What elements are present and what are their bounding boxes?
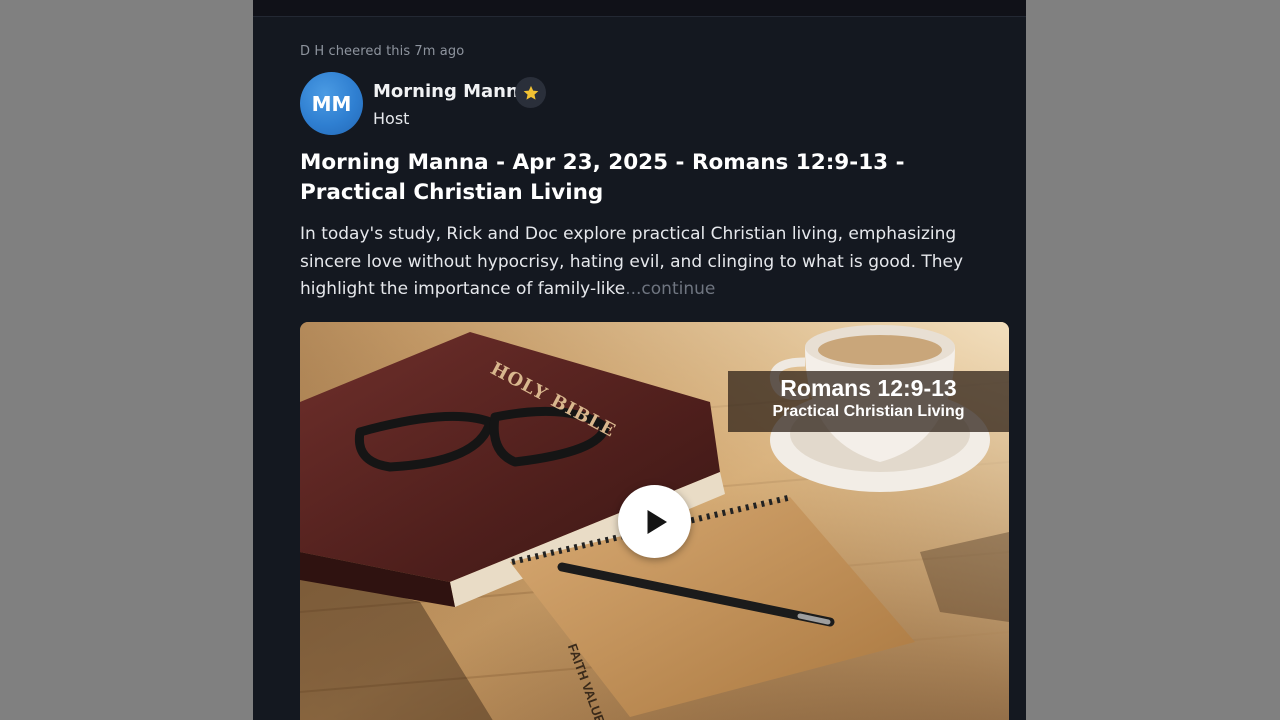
post-excerpt: In today's study, Rick and Doc explore p…	[300, 221, 1016, 304]
avatar[interactable]: MM	[300, 72, 363, 135]
video-title-banner: Romans 12:9-13 Practical Christian Livin…	[728, 371, 1009, 432]
avatar-initials: MM	[311, 91, 352, 116]
host-badge	[515, 77, 546, 108]
play-icon	[647, 509, 667, 534]
post-title[interactable]: Morning Manna - Apr 23, 2025 - Romans 12…	[300, 148, 1010, 208]
feed-panel: D H cheered this 7m ago MM Morning Manna…	[253, 0, 1026, 720]
top-bar	[253, 0, 1026, 17]
banner-scripture: Romans 12:9-13	[780, 375, 957, 401]
activity-text: D H cheered this 7m ago	[300, 44, 465, 59]
author-name[interactable]: Morning Manna	[373, 81, 531, 102]
banner-subtitle: Practical Christian Living	[772, 403, 965, 420]
play-button[interactable]	[618, 485, 691, 558]
star-icon	[523, 85, 538, 100]
continue-link[interactable]: ...continue	[625, 279, 715, 299]
author-role: Host	[373, 109, 410, 128]
video-thumbnail[interactable]: HOLY BIBLE FAITH VALUES Romans 12:9-13 P…	[300, 322, 1009, 720]
